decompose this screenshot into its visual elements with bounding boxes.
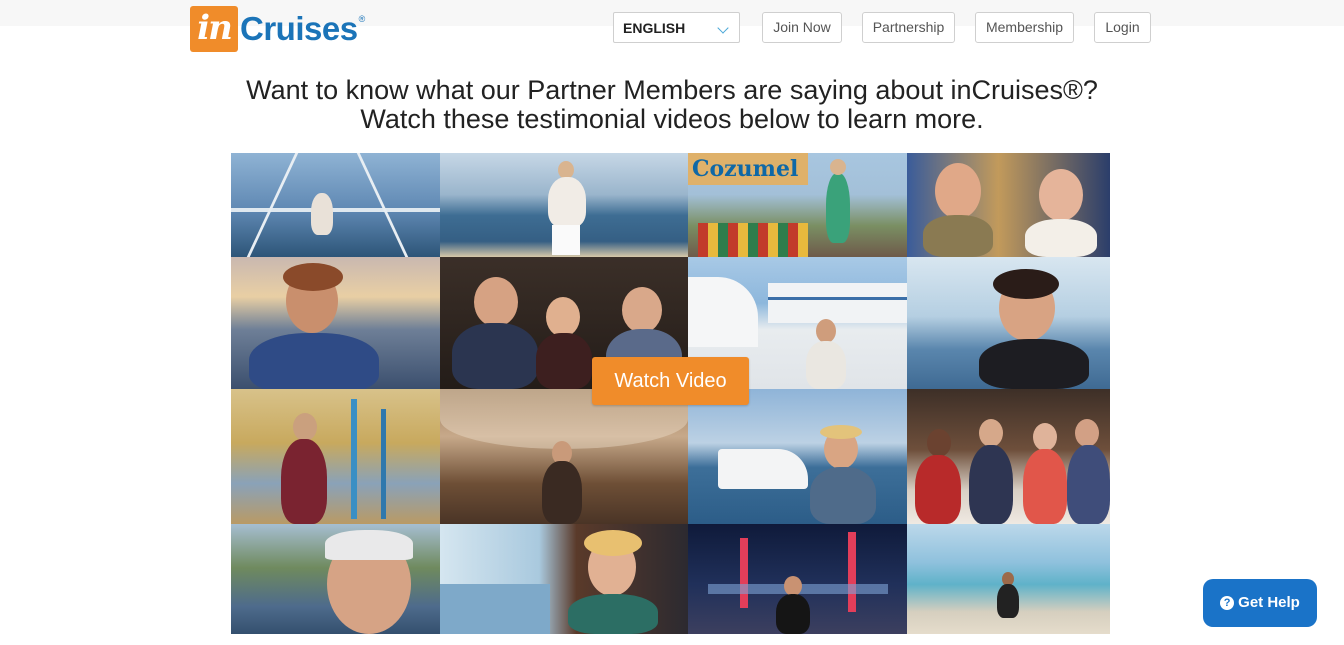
- collage-photo: [231, 257, 440, 389]
- collage-photo: [907, 389, 1110, 524]
- collage-photo: [907, 257, 1110, 389]
- headline-line-1: Want to know what our Partner Members ar…: [246, 75, 1098, 105]
- login-button[interactable]: Login: [1094, 12, 1151, 43]
- get-help-label: Get Help: [1238, 594, 1300, 611]
- get-help-button[interactable]: ? Get Help: [1203, 579, 1317, 627]
- partnership-button[interactable]: Partnership: [862, 12, 955, 43]
- collage-photo: [440, 389, 688, 524]
- watch-video-button[interactable]: Watch Video: [592, 357, 749, 405]
- chevron-down-icon: [717, 22, 729, 34]
- membership-button[interactable]: Membership: [975, 12, 1074, 43]
- collage-photo: Cozumel: [688, 153, 907, 257]
- incruises-logo[interactable]: in Cruises ®: [190, 5, 365, 53]
- logo-registered-mark: ®: [358, 14, 366, 24]
- collage-photo: [231, 389, 440, 524]
- language-select[interactable]: ENGLISH: [613, 12, 740, 43]
- collage-photo: [688, 389, 907, 524]
- collage-photo: [440, 524, 688, 634]
- collage-photo: [231, 524, 440, 634]
- collage-photo: [231, 153, 440, 257]
- collage-photo: [440, 153, 688, 257]
- page-headline: Want to know what our Partner Members ar…: [0, 76, 1344, 134]
- collage-photo: [907, 524, 1110, 634]
- logo-mark: in: [190, 6, 238, 52]
- logo-text: Cruises: [240, 10, 358, 47]
- join-now-button[interactable]: Join Now: [762, 12, 842, 43]
- cozumel-sign: Cozumel: [688, 153, 808, 185]
- question-circle-icon: ?: [1220, 596, 1235, 610]
- collage-photo: [688, 524, 907, 634]
- language-select-value: ENGLISH: [623, 20, 686, 36]
- collage-photo: [907, 153, 1110, 257]
- headline-line-2: Watch these testimonial videos below to …: [360, 104, 984, 134]
